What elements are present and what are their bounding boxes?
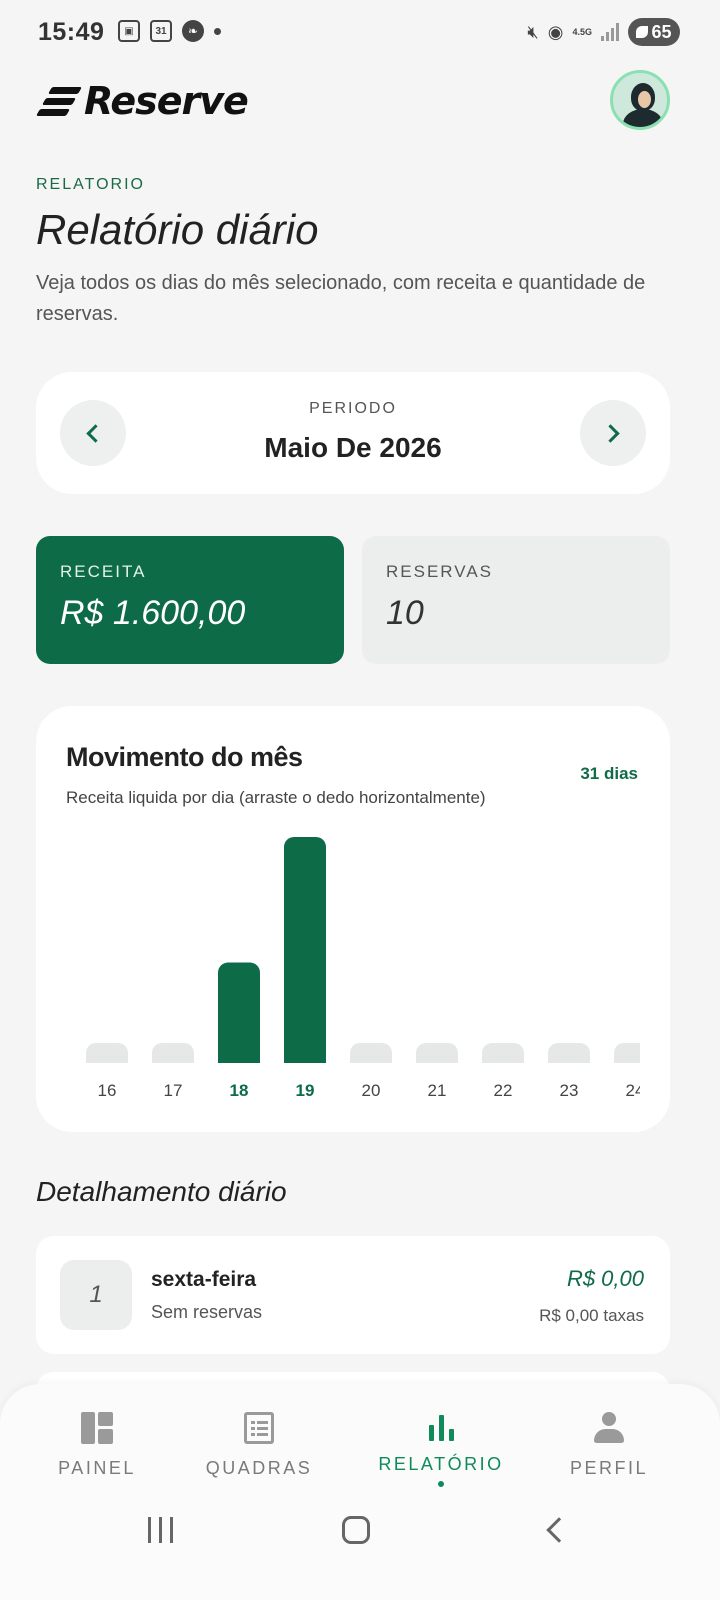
- status-time: 15:49: [38, 18, 105, 46]
- day-fees: R$ 0,00 taxas: [539, 1306, 644, 1325]
- day-amount: R$ 0,00: [566, 1266, 644, 1291]
- chart-tick-label: 18: [230, 1081, 249, 1100]
- day-status: Sem reservas: [151, 1302, 263, 1322]
- person-icon: [594, 1412, 624, 1444]
- daily-revenue-chart[interactable]: 16 17 18 19 20 21 22 23 24: [36, 706, 670, 1132]
- status-bar: 15:49 ▣ 31 ❧ 🔇︎ ◉ 4.5G 65: [0, 0, 720, 64]
- more-notifications-dot: [214, 27, 221, 35]
- logo-mark-icon: [35, 81, 83, 121]
- nav-label-relatorio: RELATÓRIO: [378, 1454, 504, 1474]
- signal-icon: [601, 23, 619, 41]
- chart-tick-label: 19: [296, 1081, 315, 1100]
- chart-tick-label: 16: [98, 1081, 117, 1100]
- status-notification-icons: ▣ 31 ❧: [118, 20, 221, 42]
- reservations-value: 10: [386, 594, 424, 632]
- day-number: 1: [60, 1260, 132, 1330]
- chart-baseline-mask: [36, 1063, 670, 1073]
- leaf-icon: ❧: [182, 20, 204, 42]
- chart-scroll-edge: [640, 826, 670, 1126]
- page-description: Veja todos os dias do mês selecionado, c…: [36, 272, 646, 325]
- list-icon: [244, 1412, 274, 1444]
- mute-icon: 🔇︎: [527, 21, 539, 42]
- chart-tick-label: 21: [428, 1081, 447, 1100]
- nav-item-painel[interactable]: PAINEL: [12, 1408, 182, 1479]
- avatar[interactable]: [610, 70, 670, 130]
- status-system-icons: 🔇︎ ◉ 4.5G 65: [527, 18, 680, 46]
- avatar-face: [638, 91, 651, 108]
- network-type: 4.5G: [572, 27, 592, 37]
- hotspot-icon: ◉: [547, 21, 564, 42]
- chevron-right-icon: [601, 423, 620, 443]
- revenue-label: RECEITA: [60, 562, 147, 581]
- dashboard-icon: [81, 1412, 113, 1444]
- chart-tick-label: 20: [362, 1081, 381, 1100]
- nav-label-perfil: PERFIL: [569, 1458, 649, 1478]
- brand-logo: Reserve: [35, 78, 281, 124]
- revenue-value: R$ 1.600,00: [60, 594, 246, 632]
- nav-label-quadras: QUADRAS: [205, 1458, 313, 1478]
- monthly-chart-card: Movimento do mês 31 dias Receita liquida…: [36, 706, 670, 1132]
- home-button[interactable]: [341, 1512, 371, 1548]
- active-indicator: [438, 1481, 444, 1487]
- screenshot-icon: ▣: [118, 20, 140, 42]
- bar-chart-icon: [428, 1415, 454, 1441]
- chart-tick-label: 23: [560, 1081, 579, 1100]
- brand-name: Reserve: [84, 79, 249, 123]
- period-label: PERIODO: [309, 400, 397, 417]
- detail-section-title: Detalhamento diário: [36, 1176, 287, 1207]
- reservations-card: RESERVAS 10: [362, 536, 670, 664]
- recent-apps-button[interactable]: [140, 1512, 180, 1548]
- list-item[interactable]: 1 sexta-feira Sem reservas R$ 0,00 R$ 0,…: [36, 1236, 670, 1354]
- bottom-navigation: PAINEL QUADRAS RELATÓRIO PERFIL: [0, 1384, 720, 1600]
- page-eyebrow: RELATORIO: [36, 176, 145, 193]
- chart-bar-18[interactable]: [218, 962, 260, 1073]
- page-title: Relatório diário: [36, 206, 319, 253]
- back-button[interactable]: [540, 1512, 572, 1548]
- chart-tick-label: 17: [164, 1081, 183, 1100]
- nav-item-quadras[interactable]: QUADRAS: [174, 1408, 344, 1479]
- chart-tick-label: 22: [494, 1081, 513, 1100]
- battery-level: 65: [651, 21, 672, 42]
- next-month-button[interactable]: [580, 400, 646, 466]
- nav-item-perfil[interactable]: PERFIL: [524, 1408, 694, 1479]
- system-navigation-bar: [0, 1500, 720, 1560]
- nav-label-painel: PAINEL: [58, 1458, 136, 1478]
- period-value: Maio De 2026: [264, 432, 442, 463]
- nav-item-relatorio[interactable]: RELATÓRIO: [356, 1408, 526, 1487]
- reservations-label: RESERVAS: [386, 562, 494, 581]
- revenue-card: RECEITA R$ 1.600,00: [36, 536, 344, 664]
- chart-bar-19[interactable]: [284, 837, 326, 1073]
- day-weekday: sexta-feira: [151, 1268, 257, 1291]
- battery-indicator: 65: [628, 18, 680, 46]
- power-saving-icon: [636, 26, 649, 38]
- period-selector: PERIODO Maio De 2026: [36, 372, 670, 494]
- calendar-icon: 31: [150, 20, 172, 42]
- avatar-body: [623, 109, 663, 127]
